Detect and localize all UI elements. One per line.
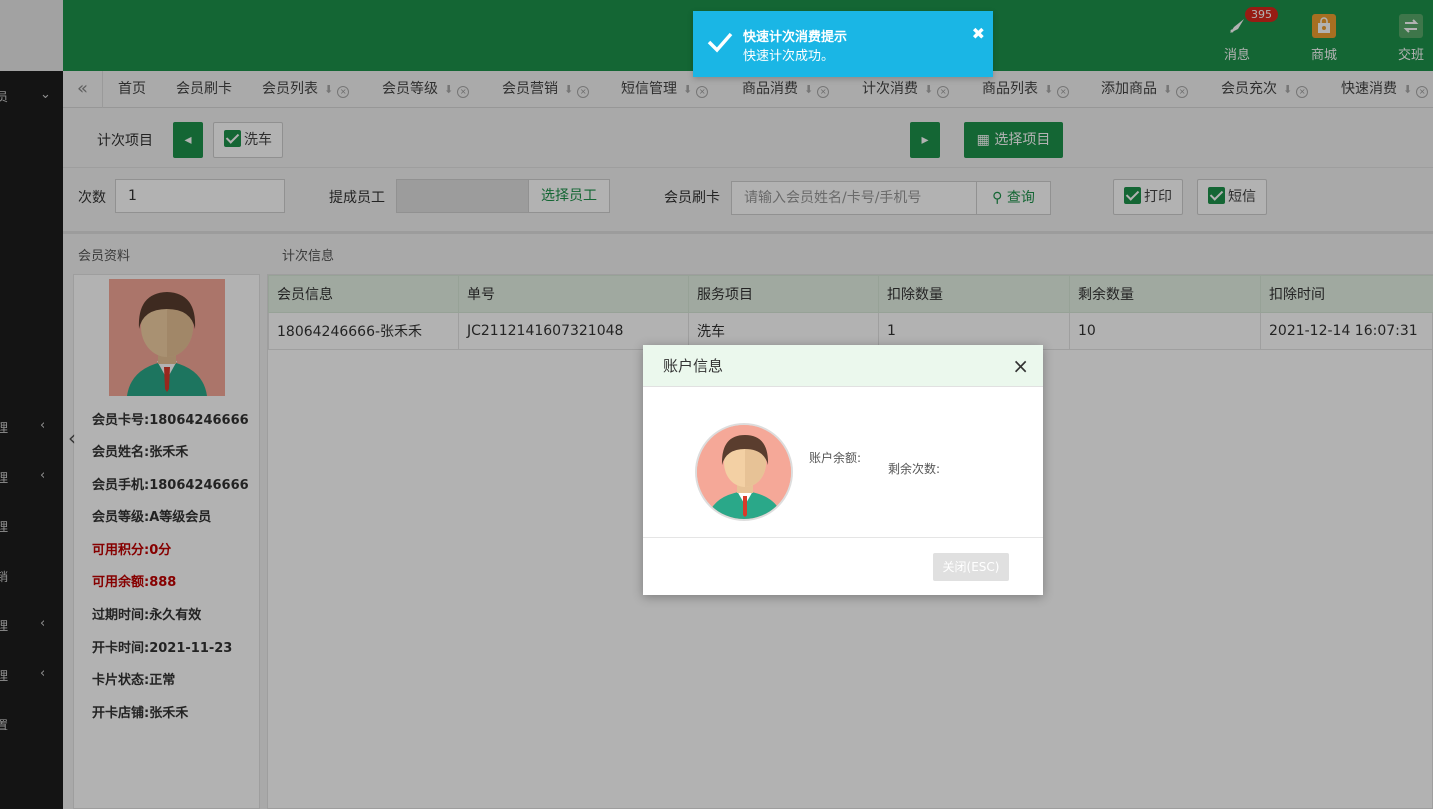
toast-title: 快速计次消费提示	[743, 30, 848, 45]
collapse-panel-icon[interactable]: ‹	[68, 426, 76, 450]
success-toast: 快速计次消费提示 快速计次成功。 ✖	[693, 11, 993, 77]
account-info-dialog: 账户信息 × 账户余额: 剩余次数: 关闭(ESC)	[643, 345, 1043, 595]
check-icon	[707, 31, 733, 57]
dialog-header: 账户信息 ×	[643, 345, 1043, 387]
dialog-close-button[interactable]: 关闭(ESC)	[933, 553, 1009, 581]
toast-close-icon[interactable]: ✖	[972, 24, 985, 43]
close-icon[interactable]: ×	[1012, 345, 1029, 387]
dialog-avatar	[695, 423, 793, 521]
toast-message: 快速计次成功。	[743, 49, 835, 64]
dialog-divider	[643, 537, 1043, 538]
remaining-count-label: 剩余次数:	[888, 462, 941, 476]
dialog-title: 账户信息	[663, 357, 724, 375]
balance-label: 账户余额:	[809, 451, 862, 465]
